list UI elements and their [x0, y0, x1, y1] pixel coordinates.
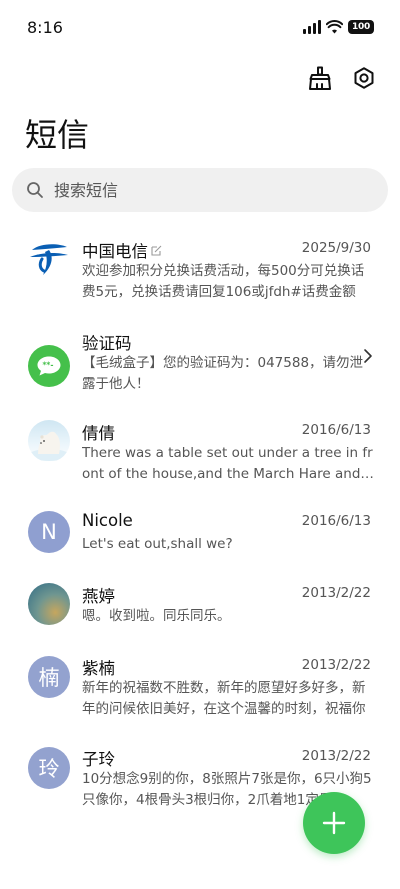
- conversation-name: 子玲: [82, 750, 115, 769]
- conversation-china-telecom[interactable]: 中国电信 2025/9/30 欢迎参加积分兑换话费活动，每500分可兑换话费5元…: [0, 230, 400, 321]
- avatar: [28, 237, 70, 279]
- search-bar[interactable]: [12, 168, 388, 212]
- settings-icon: [354, 67, 374, 89]
- conversation-name: 中国电信: [82, 238, 162, 262]
- conversation-date: 2013/2/22: [301, 657, 371, 673]
- conversation-date: 2013/2/22: [301, 748, 371, 764]
- svg-text:**-: **-: [43, 361, 54, 370]
- status-bar: 8:16 100: [0, 0, 400, 56]
- conversation-preview: 嗯。收到啦。同乐同乐。: [82, 608, 231, 624]
- broom-icon: [309, 66, 331, 90]
- avatar: [28, 420, 70, 462]
- avatar: 楠: [28, 656, 70, 698]
- avatar-initial: 楠: [38, 666, 60, 690]
- conversation-qianqian[interactable]: 倩倩 2016/6/13 There was a table set out u…: [0, 412, 400, 503]
- avatar: 玲: [28, 747, 70, 789]
- search-icon: [27, 182, 43, 198]
- avatar: **-: [28, 345, 70, 387]
- conversation-preview: Let's eat out,shall we?: [82, 536, 233, 552]
- conversation-date: 2016/6/13: [301, 422, 371, 438]
- conversation-preview: 【毛绒盒子】您的验证码为：047588，请勿泄露于他人！: [82, 355, 364, 392]
- avatar: N: [28, 511, 70, 553]
- search-input[interactable]: [54, 180, 354, 200]
- signal-icon: [303, 20, 321, 34]
- battery-icon: 100: [348, 20, 374, 34]
- status-time: 8:16: [27, 18, 63, 37]
- status-icons: 100: [303, 20, 374, 34]
- wifi-icon: [326, 20, 343, 34]
- plus-icon: [322, 811, 346, 835]
- settings-button[interactable]: [350, 64, 378, 92]
- clean-button[interactable]: [306, 64, 334, 92]
- conversation-name: 紫楠: [82, 659, 115, 678]
- conversation-zinan[interactable]: 楠 紫楠 2013/2/22 新年的祝福数不胜数，新年的愿望好多好多，新年的问候…: [0, 647, 400, 738]
- conversation-verification-code[interactable]: **- 验证码 【毛绒盒子】您的验证码为：047588，请勿泄露于他人！: [0, 321, 400, 412]
- conversation-date: 2016/6/13: [301, 513, 371, 529]
- conversation-name-text: 中国电信: [82, 242, 148, 261]
- conversation-nicole[interactable]: N Nicole 2016/6/13 Let's eat out,shall w…: [0, 503, 400, 575]
- conversation-preview: 新年的祝福数不胜数，新年的愿望好多好多，新年的问候依旧美好，在这个温馨的时刻，祝…: [82, 680, 366, 717]
- conversation-preview: 欢迎参加积分兑换话费活动，每500分可兑换话费5元，兑换话费请回复106或jfd…: [82, 263, 365, 300]
- conversation-name: 燕婷: [82, 587, 115, 606]
- conversation-date: 2025/9/30: [301, 240, 371, 256]
- polar-bear-photo-icon: [29, 431, 69, 461]
- avatar-initial: N: [41, 520, 57, 544]
- conversation-list: 中国电信 2025/9/30 欢迎参加积分兑换话费活动，每500分可兑换话费5元…: [0, 230, 400, 829]
- messages-screen: 8:16 100 短信 搜索短信 中国电信 2025/9/30 欢迎参加积分兑换…: [0, 0, 400, 889]
- conversation-name: Nicole: [82, 511, 133, 530]
- conversation-name: 倩倩: [82, 424, 115, 443]
- chat-bubble-icon: **-: [37, 356, 61, 376]
- conversation-yanting[interactable]: 燕婷 2013/2/22 嗯。收到啦。同乐同乐。: [0, 575, 400, 647]
- avatar-initial: 玲: [38, 757, 60, 781]
- toolbar: [306, 64, 378, 92]
- page-title: 短信: [25, 116, 90, 154]
- conversation-date: 2013/2/22: [301, 585, 371, 601]
- new-message-button[interactable]: [303, 792, 365, 854]
- edit-icon: [151, 245, 162, 256]
- chevron-right-icon[interactable]: [363, 348, 373, 364]
- china-telecom-logo-icon: [30, 244, 68, 275]
- conversation-preview: There was a table set out under a tree i…: [82, 445, 373, 482]
- avatar: [28, 583, 70, 625]
- conversation-name: 验证码: [82, 334, 132, 353]
